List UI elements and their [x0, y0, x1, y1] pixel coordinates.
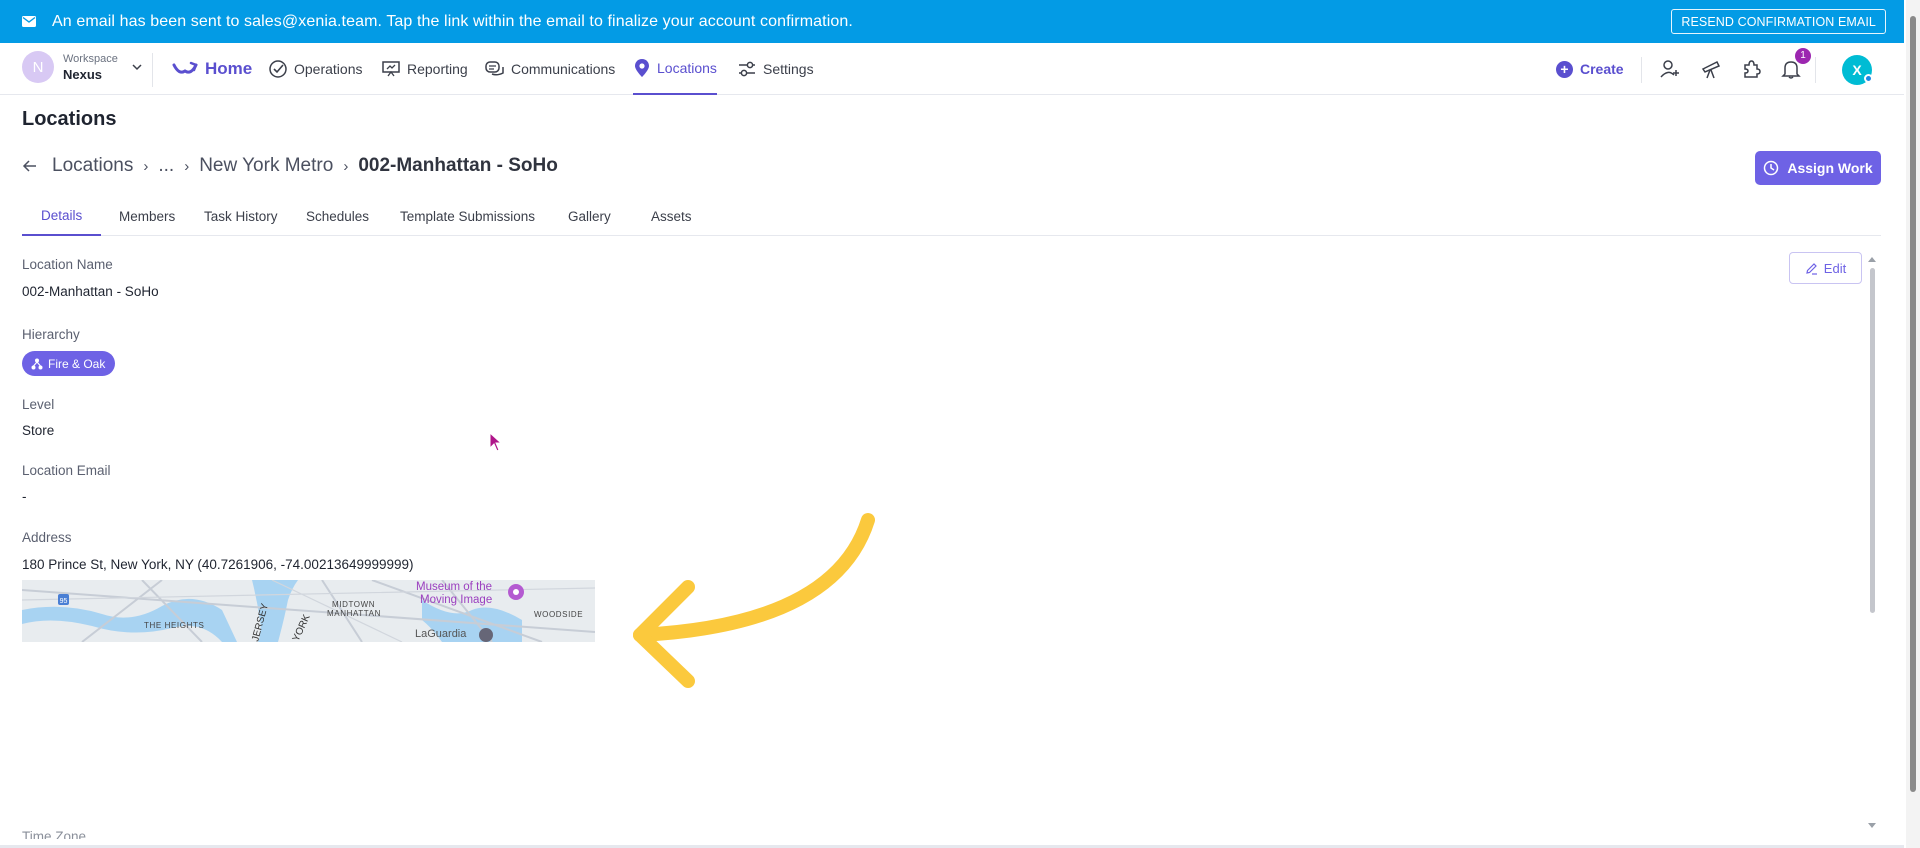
- map-label: WOODSIDE: [534, 610, 583, 619]
- map-label: MIDTOWN: [332, 600, 375, 609]
- online-status-dot: [1864, 74, 1873, 83]
- edit-label: Edit: [1823, 260, 1847, 276]
- level-value: Store: [22, 423, 55, 438]
- assign-work-button[interactable]: Assign Work: [1755, 151, 1881, 185]
- mail-icon: [22, 16, 36, 27]
- nav-operations-label: Operations: [294, 61, 363, 77]
- map-label: LaGuardia: [415, 628, 467, 640]
- location-name-value: 002-Manhattan - SoHo: [22, 284, 159, 299]
- map-label: Museum of the: [416, 581, 492, 593]
- hierarchy-chip[interactable]: Fire & Oak: [22, 351, 116, 376]
- map-label: THE HEIGHTS: [144, 621, 204, 630]
- create-button[interactable]: + Create: [1556, 43, 1624, 95]
- chat-icon: [485, 61, 504, 76]
- map-label: Moving Image: [420, 594, 492, 606]
- workspace-avatar: N: [22, 51, 54, 83]
- notification-badge: 1: [1795, 48, 1811, 64]
- pencil-icon: [1806, 262, 1817, 275]
- chevron-right-icon: ›: [143, 157, 149, 175]
- presentation-chart-icon: [382, 61, 400, 77]
- nav-locations[interactable]: Locations: [633, 43, 717, 95]
- assign-work-label: Assign Work: [1787, 160, 1873, 176]
- breadcrumb-current: 002-Manhattan - SoHo: [358, 155, 558, 176]
- check-circle-icon: [269, 60, 287, 78]
- workspace-name: Nexus: [63, 67, 103, 82]
- chevron-right-icon: ›: [343, 157, 349, 175]
- breadcrumb-item[interactable]: ...: [158, 155, 174, 177]
- nav-reporting[interactable]: Reporting: [381, 43, 468, 95]
- breadcrumb-item[interactable]: New York Metro: [199, 155, 333, 177]
- nav-communications[interactable]: Communications: [484, 43, 615, 95]
- resend-confirmation-button[interactable]: RESEND CONFIRMATION EMAIL: [1671, 9, 1886, 34]
- page-title: Locations: [22, 108, 117, 130]
- map-label: MANHATTAN: [327, 609, 381, 618]
- window-scrollbar[interactable]: [1910, 16, 1916, 792]
- content-scrollbar[interactable]: [1870, 268, 1875, 613]
- sliders-icon: [739, 61, 755, 77]
- hierarchy-chip-label: Fire & Oak: [48, 356, 106, 371]
- breadcrumb-item[interactable]: Locations: [52, 155, 133, 177]
- nav-communications-label: Communications: [511, 61, 616, 77]
- scroll-down-icon[interactable]: [1867, 822, 1877, 830]
- chevron-right-icon: ›: [184, 157, 190, 175]
- nav-operations[interactable]: Operations: [268, 43, 362, 95]
- hierarchy-icon: [31, 358, 43, 369]
- clock-icon: [1764, 160, 1779, 176]
- top-nav: N Workspace Nexus Home Operations Report…: [0, 43, 1904, 95]
- mouse-cursor-icon: [489, 432, 503, 452]
- xenia-logo-icon: [172, 61, 198, 74]
- level-label: Level: [22, 397, 55, 412]
- create-label: Create: [1580, 61, 1624, 77]
- workspace-label: Workspace: [63, 53, 118, 65]
- location-map[interactable]: 95 THE HEIGHTS MIDTOWN MANHATTAN WOODSID…: [22, 580, 595, 642]
- nav-locations-label: Locations: [657, 60, 717, 76]
- time-zone-label: Time Zone: [22, 829, 87, 839]
- banner-message: An email has been sent to sales@xenia.te…: [52, 12, 853, 30]
- scroll-up-icon[interactable]: [1867, 255, 1877, 263]
- location-email-label: Location Email: [22, 463, 111, 478]
- address-value: 180 Prince St, New York, NY (40.7261906,…: [22, 557, 414, 572]
- tab-schedules[interactable]: Schedules: [287, 196, 388, 236]
- tab-members[interactable]: Members: [100, 196, 194, 236]
- add-user-icon[interactable]: [1658, 57, 1682, 81]
- nav-home[interactable]: Home: [171, 43, 252, 95]
- plus-icon: +: [1556, 60, 1573, 78]
- tab-bar: Details Members Task History Schedules T…: [22, 196, 1881, 236]
- confirmation-banner: An email has been sent to sales@xenia.te…: [0, 0, 1904, 43]
- hierarchy-label: Hierarchy: [22, 327, 80, 342]
- location-name-label: Location Name: [22, 257, 113, 272]
- nav-home-label: Home: [205, 59, 253, 78]
- tab-task-history[interactable]: Task History: [185, 196, 297, 236]
- tab-gallery[interactable]: Gallery: [549, 196, 630, 236]
- workspace-switcher[interactable]: N Workspace Nexus: [22, 51, 143, 83]
- address-label: Address: [22, 530, 72, 545]
- location-email-value: -: [22, 489, 27, 504]
- map-pin-icon: [635, 59, 649, 77]
- puzzle-icon[interactable]: [1739, 57, 1763, 81]
- annotation-arrow: [633, 513, 875, 688]
- nav-settings-label: Settings: [763, 61, 814, 77]
- tab-assets[interactable]: Assets: [632, 196, 711, 236]
- nav-reporting-label: Reporting: [407, 61, 468, 77]
- breadcrumb: Locations › ... › New York Metro › 002-M…: [22, 155, 558, 177]
- tab-details[interactable]: Details: [22, 196, 102, 236]
- edit-button[interactable]: Edit: [1789, 252, 1862, 284]
- map-label: 95: [60, 598, 68, 605]
- telescope-icon[interactable]: [1699, 57, 1723, 81]
- chevron-down-icon: [132, 64, 142, 71]
- tab-template-submissions[interactable]: Template Submissions: [381, 196, 554, 236]
- back-arrow-icon[interactable]: [22, 159, 38, 173]
- nav-settings[interactable]: Settings: [737, 43, 814, 95]
